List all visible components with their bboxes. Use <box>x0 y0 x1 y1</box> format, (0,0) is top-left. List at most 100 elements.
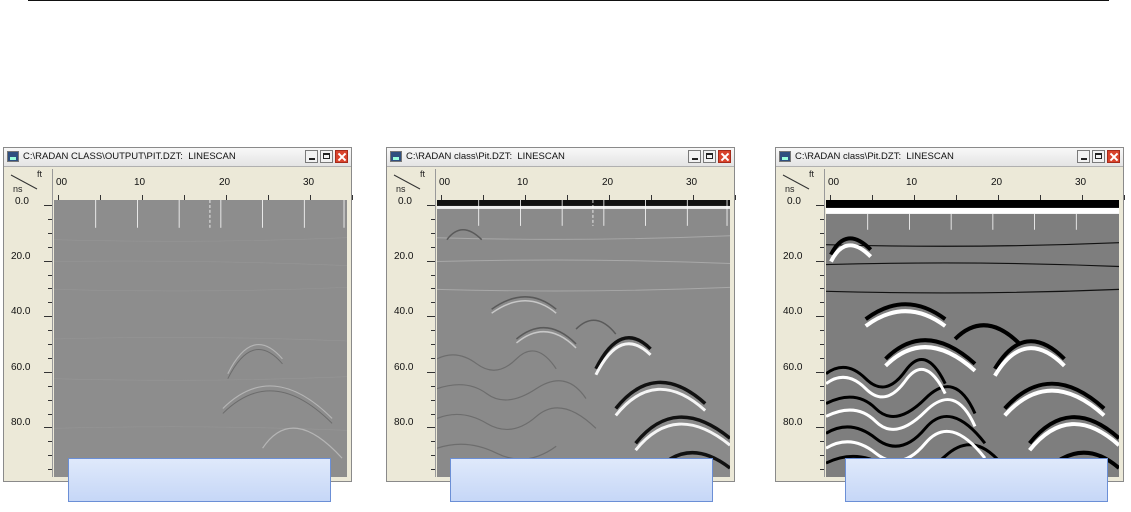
y-tick-label: 0.0 <box>787 196 801 207</box>
label-box-2 <box>450 458 713 502</box>
y-minor-tick <box>48 218 52 220</box>
y-tick-label: 40.0 <box>394 306 414 317</box>
y-minor-tick <box>820 218 824 220</box>
y-minor-tick <box>816 260 824 262</box>
window-title: C:\RADAN class\Pit.DZT: LINESCAN <box>795 151 954 162</box>
y-minor-tick <box>820 413 824 415</box>
y-tick-label: 80.0 <box>11 417 31 428</box>
radargram-view[interactable] <box>437 200 730 477</box>
y-minor-tick <box>44 260 52 262</box>
y-minor-tick <box>820 357 824 359</box>
minimize-button[interactable] <box>1077 150 1090 163</box>
y-minor-tick <box>820 344 824 345</box>
app-icon <box>7 151 19 162</box>
y-minor-tick <box>48 413 52 415</box>
x-tick-label: 00 <box>56 177 68 188</box>
y-minor-tick <box>44 316 52 318</box>
y-minor-tick <box>431 302 435 304</box>
close-button[interactable] <box>718 150 731 163</box>
radar-window-1[interactable]: C:\RADAN CLASS\OUTPUT\PIT.DZT: LINESCAN … <box>3 147 353 482</box>
y-minor-tick <box>431 232 435 234</box>
radargram-image <box>826 200 1119 477</box>
y-tick-label: 60.0 <box>394 362 414 373</box>
y-minor-tick <box>48 330 52 332</box>
minimize-button[interactable] <box>688 150 701 163</box>
maximize-button[interactable] <box>1092 150 1105 163</box>
close-button[interactable] <box>1107 150 1120 163</box>
y-minor-tick <box>431 385 435 387</box>
close-button[interactable] <box>335 150 348 163</box>
units-ns-label: ns <box>396 184 406 194</box>
radargram-view[interactable] <box>54 200 347 477</box>
window-titlebar[interactable]: C:\RADAN CLASS\OUTPUT\PIT.DZT: LINESCAN <box>4 148 351 167</box>
y-minor-tick <box>44 205 52 206</box>
y-minor-tick <box>820 385 824 387</box>
y-minor-tick <box>48 232 52 234</box>
units-feet-label: ft <box>37 169 43 179</box>
radar-window-3[interactable]: C:\RADAN class\Pit.DZT: LINESCAN 00 10 2… <box>775 147 1125 482</box>
y-tick-label: 40.0 <box>783 306 803 317</box>
maximize-button[interactable] <box>703 150 716 163</box>
x-minor-tick <box>352 195 353 200</box>
y-minor-tick <box>431 413 435 415</box>
top-divider-line <box>28 0 1109 1</box>
distance-ruler: 00 10 20 30 <box>437 169 736 200</box>
y-tick-label: 80.0 <box>394 417 414 428</box>
app-icon <box>779 151 791 162</box>
y-minor-tick <box>816 427 824 429</box>
minimize-button[interactable] <box>305 150 318 163</box>
units-feet-label: ft <box>420 169 426 179</box>
y-tick-label: 20.0 <box>11 251 31 262</box>
window-title: C:\RADAN class\Pit.DZT: LINESCAN <box>406 151 565 162</box>
app-icon <box>390 151 402 162</box>
y-tick-label: 60.0 <box>783 362 803 373</box>
y-minor-tick <box>48 455 52 457</box>
units-ns-label: ns <box>785 184 795 194</box>
y-minor-tick <box>820 455 824 457</box>
y-minor-tick <box>48 469 52 471</box>
x-tick-label: 30 <box>686 177 698 188</box>
x-tick-label: 00 <box>439 177 451 188</box>
y-minor-tick <box>816 316 824 318</box>
y-minor-tick <box>431 469 435 471</box>
y-minor-tick <box>431 344 435 345</box>
y-minor-tick <box>820 302 824 304</box>
x-tick-label: 20 <box>602 177 614 188</box>
y-minor-tick <box>820 441 824 443</box>
y-tick-label: 40.0 <box>11 306 31 317</box>
y-minor-tick <box>820 288 824 290</box>
y-minor-tick <box>431 218 435 220</box>
distance-ruler: 00 10 20 30 <box>54 169 353 200</box>
x-minor-tick <box>1124 195 1125 200</box>
x-tick-label: 10 <box>517 177 529 188</box>
x-tick-label: 30 <box>1075 177 1087 188</box>
y-minor-tick <box>44 427 52 429</box>
radargram-view[interactable] <box>826 200 1119 477</box>
y-minor-tick <box>431 455 435 457</box>
time-ruler: ft ns 0.0 20.0 40.0 60.0 80.0 <box>390 169 436 477</box>
x-tick-label: 10 <box>134 177 146 188</box>
units-ns-label: ns <box>13 184 23 194</box>
window-titlebar[interactable]: C:\RADAN class\Pit.DZT: LINESCAN <box>387 148 734 167</box>
y-tick-label: 0.0 <box>15 196 29 207</box>
y-minor-tick <box>820 399 824 401</box>
y-minor-tick <box>820 232 824 234</box>
y-minor-tick <box>427 427 435 429</box>
maximize-button[interactable] <box>320 150 333 163</box>
units-feet-label: ft <box>809 169 815 179</box>
y-minor-tick <box>427 371 435 373</box>
x-tick-label: 30 <box>303 177 315 188</box>
y-minor-tick <box>431 246 435 248</box>
window-titlebar[interactable]: C:\RADAN class\Pit.DZT: LINESCAN <box>776 148 1123 167</box>
y-minor-tick <box>427 316 435 318</box>
x-tick-label: 10 <box>906 177 918 188</box>
time-ruler: ft ns 0.0 20.0 40.0 60.0 80.0 <box>7 169 53 477</box>
radar-window-2[interactable]: C:\RADAN class\Pit.DZT: LINESCAN 00 10 2… <box>386 147 736 482</box>
y-minor-tick <box>431 288 435 290</box>
time-ruler: ft ns 0.0 20.0 40.0 60.0 80.0 <box>779 169 825 477</box>
x-tick-label: 00 <box>828 177 840 188</box>
ruler-corner: ft ns <box>779 169 824 200</box>
y-minor-tick <box>48 344 52 345</box>
y-minor-tick <box>48 302 52 304</box>
y-minor-tick <box>816 205 824 206</box>
